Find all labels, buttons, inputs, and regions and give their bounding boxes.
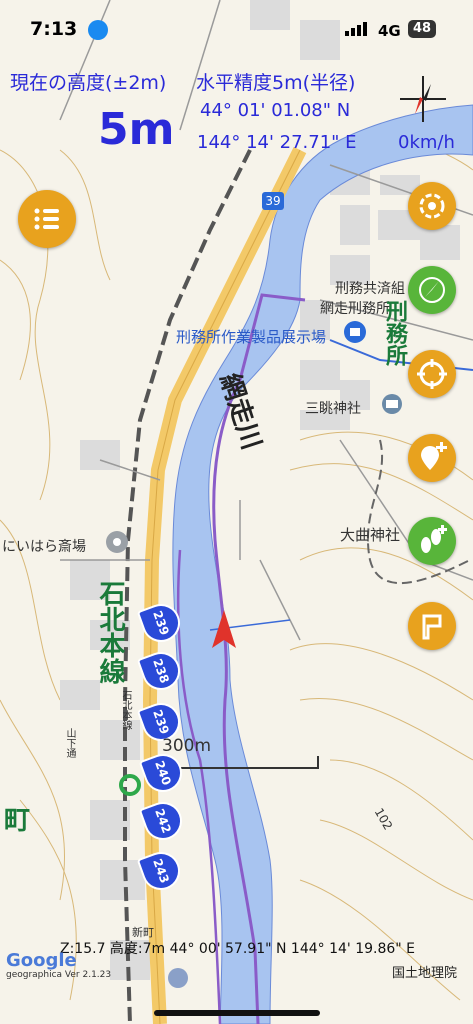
locate-button[interactable]: [408, 350, 456, 398]
label-prison-vertical: 刑務所: [382, 300, 407, 366]
label-railway: 石北本線: [95, 580, 125, 684]
spiral-icon: [419, 193, 445, 219]
footprints-icon: [421, 525, 447, 553]
speed-value: 0km/h: [398, 132, 455, 153]
signal-icon: [345, 22, 371, 36]
track-button[interactable]: [408, 517, 456, 565]
label-street-1: 石北本線: [120, 690, 131, 730]
map-credit: 国土地理院: [392, 966, 458, 981]
accuracy-label: 水平精度5m(半径): [196, 72, 356, 94]
torii-icon: [386, 400, 398, 408]
menu-icon: [34, 208, 59, 230]
add-pin-icon: [421, 442, 447, 470]
label-street-2: 山下通: [64, 728, 75, 758]
direction-button[interactable]: [408, 266, 456, 314]
menu-button[interactable]: [18, 190, 76, 248]
compass-icon[interactable]: [398, 74, 448, 124]
layers-button[interactable]: [408, 182, 456, 230]
map-canvas[interactable]: [0, 0, 473, 1024]
battery-indicator: 48: [408, 20, 436, 38]
longitude-value: 144° 14' 27.71" E: [197, 132, 357, 153]
home-indicator[interactable]: [154, 1010, 320, 1016]
flag-button[interactable]: [408, 602, 456, 650]
label-mutual-aid: 刑務共済組: [335, 281, 405, 297]
location-services-icon: [88, 20, 108, 40]
app-version: geographica Ver 2.1.23: [6, 970, 112, 980]
bottom-marker[interactable]: [168, 968, 188, 988]
altitude-label: 現在の高度(±2m): [10, 72, 167, 94]
latitude-value: 44° 01' 01.08" N: [200, 100, 351, 121]
flag-icon: [422, 614, 442, 640]
label-shrine-omagari: 大曲神社: [340, 526, 401, 544]
status-time: 7:13: [30, 18, 78, 40]
label-road-39: 39: [262, 192, 284, 210]
label-town-char: 町: [4, 806, 31, 836]
locate-icon: [417, 359, 447, 389]
label-exhibition-hall: 刑務所作業製品展示場: [176, 328, 327, 346]
label-funeral-hall: にいはら斎場: [2, 539, 86, 555]
cursor-coordinates: Z:15.7 高度:7m 44° 00' 57.91" N 144° 14' 1…: [60, 941, 416, 957]
google-logo: Google: [6, 950, 77, 971]
add-pin-button[interactable]: [408, 434, 456, 482]
north-arrow-icon: [419, 277, 445, 303]
label-shrine-sancho: 三眺神社: [305, 401, 361, 417]
lock-icon: [350, 328, 360, 336]
network-label: 4G: [378, 22, 401, 40]
funeral-hall-marker-dot: [113, 538, 121, 546]
altitude-value: 5m: [98, 104, 175, 155]
scale-label: 300m: [162, 736, 212, 756]
